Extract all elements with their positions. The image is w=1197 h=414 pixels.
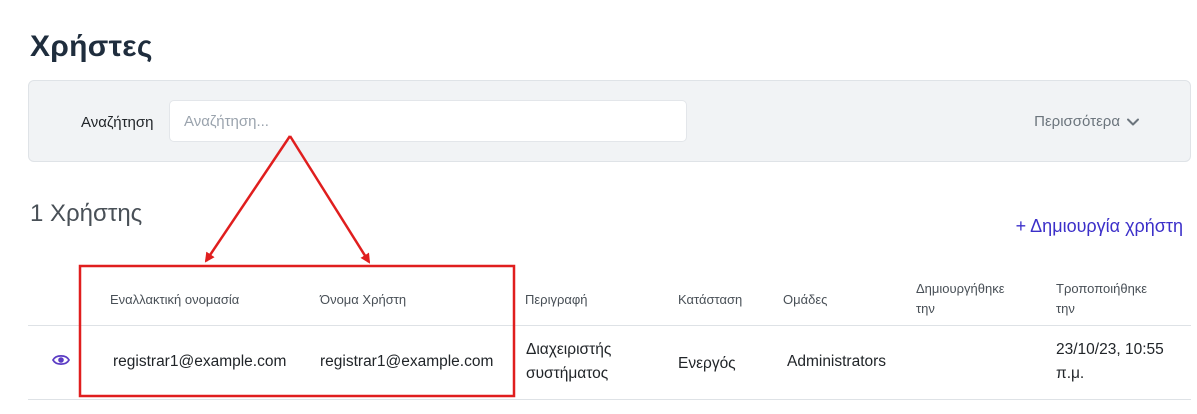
eye-icon[interactable]	[52, 353, 70, 367]
search-panel: Αναζήτηση Περισσότερα	[28, 80, 1191, 162]
cell-modified-line2: π.μ.	[1056, 365, 1085, 382]
column-header-modified-line2: την	[1056, 301, 1075, 316]
column-header-groups[interactable]: Ομάδες	[783, 290, 827, 310]
cell-username: registrar1@example.com	[320, 353, 494, 370]
table-header-divider	[28, 325, 1191, 326]
column-header-modified-line1: Τροποποιήθηκε	[1056, 281, 1148, 296]
more-filters-label: Περισσότερα	[1034, 113, 1120, 130]
search-input[interactable]	[169, 100, 687, 142]
results-count-title: 1 Χρήστης	[30, 200, 143, 227]
column-header-created-line1: Δημιουργήθηκε	[916, 281, 1005, 296]
column-header-alias[interactable]: Εναλλακτική ονομασία	[110, 290, 239, 310]
column-header-created[interactable]: Δημιουργήθηκε την	[916, 279, 1005, 319]
column-header-status[interactable]: Κατάσταση	[678, 290, 742, 310]
cell-modified-line1: 23/10/23, 10:55	[1056, 341, 1164, 358]
column-header-created-line2: την	[916, 301, 935, 316]
annotation-highlight-box	[78, 264, 516, 398]
column-header-username[interactable]: Όνομα Χρήστη	[320, 290, 406, 310]
column-header-modified[interactable]: Τροποποιήθηκε την	[1056, 279, 1147, 319]
column-header-description[interactable]: Περιγραφή	[525, 290, 588, 310]
cell-status: Ενεργός	[678, 355, 736, 372]
page-title: Χρήστες	[30, 30, 153, 63]
cell-description: Διαχειριστής συστήματος	[526, 338, 611, 386]
cell-alias: registrar1@example.com	[113, 353, 287, 370]
cell-description-line1: Διαχειριστής	[526, 341, 612, 358]
table-bottom-divider	[28, 399, 1191, 400]
cell-groups: Administrators	[787, 353, 887, 370]
chevron-down-icon	[1127, 118, 1139, 125]
create-user-link[interactable]: + Δημιουργία χρήστη	[1016, 216, 1183, 237]
cell-description-line2: συστήματος	[526, 365, 609, 382]
search-label: Αναζήτηση	[81, 114, 154, 131]
more-filters-toggle[interactable]: Περισσότερα	[1034, 113, 1140, 130]
cell-modified: 23/10/23, 10:55 π.μ.	[1056, 338, 1164, 386]
